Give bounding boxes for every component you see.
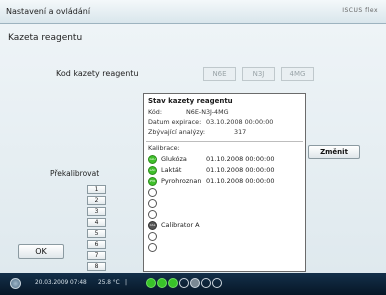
taskbar-temperature: 25.8 °C <box>98 280 120 286</box>
status-field-value: 317 <box>234 128 247 136</box>
calibration-name: Calibrator A <box>161 221 200 229</box>
calibration-name: Pyrohroznan <box>161 177 202 185</box>
status-field-label: Kód: <box>148 108 162 116</box>
calibration-name: Laktát <box>161 166 182 174</box>
recalibrate-label: Překalibrovat <box>50 169 100 178</box>
calibration-status-icon: LAC <box>148 166 157 175</box>
cassette-code-field-1[interactable]: N6E <box>203 67 236 81</box>
calibration-date: 01.10.2008 00:00:00 <box>206 166 275 174</box>
calibration-row <box>148 199 298 208</box>
cassette-code-field-2[interactable]: N3J <box>242 67 275 81</box>
taskbar-separator: | <box>125 279 128 286</box>
calibration-row: CAL Calibrator A <box>148 221 298 230</box>
cassette-code-field-3[interactable]: 4MG <box>281 67 314 81</box>
status-field-label: Zbývající analýzy: <box>148 128 206 136</box>
calibration-date: 01.10.2008 00:00:00 <box>206 177 275 185</box>
window-title: Nastavení a ovládání <box>6 7 91 16</box>
status-field-expiry: Datum expirace: 03.10.2008 00:00:00 <box>148 118 273 126</box>
status-indicator-icon <box>190 278 200 288</box>
taskbar-datetime: 20.03.2009 07:48 <box>35 280 87 286</box>
calibration-empty-icon <box>148 243 157 252</box>
calibration-row: PYR Pyrohroznan 01.10.2008 00:00:00 <box>148 177 298 186</box>
recalibrate-button-1[interactable]: 1 <box>87 185 106 194</box>
status-indicator-icon <box>212 278 222 288</box>
status-heading: Stav kazety reagentu <box>148 97 233 105</box>
calibration-row: GLU Glukóza 01.10.2008 00:00:00 <box>148 155 298 164</box>
status-field-value: N6E-N3J-4MG <box>186 108 229 116</box>
ok-button[interactable]: OK <box>18 244 64 259</box>
status-field-remaining: Zbývající analýzy: 317 <box>148 128 246 136</box>
recalibrate-button-7[interactable]: 7 <box>87 251 106 260</box>
change-button[interactable]: Změnit <box>308 145 360 159</box>
recalibrate-button-5[interactable]: 5 <box>87 229 106 238</box>
brand-logo: ISCUS flex <box>342 7 378 14</box>
status-indicator-icon <box>179 278 189 288</box>
status-field-code: Kód: N6E-N3J-4MG <box>148 108 229 116</box>
status-field-value: 03.10.2008 00:00:00 <box>206 118 274 126</box>
calibration-row <box>148 243 298 252</box>
calibration-empty-icon <box>148 199 157 208</box>
recalibrate-button-3[interactable]: 3 <box>87 207 106 216</box>
title-bar: Nastavení a ovládání ISCUS flex <box>0 0 386 24</box>
status-indicator-icon <box>168 278 178 288</box>
calibration-empty-icon <box>148 188 157 197</box>
calibration-row <box>148 188 298 197</box>
calibration-row <box>148 210 298 219</box>
status-indicator-icon <box>201 278 211 288</box>
calibration-name: Glukóza <box>161 155 187 163</box>
status-field-label: Datum expirace: <box>148 118 202 126</box>
main-area: Kazeta reagentu Kod kazety reagentu N6E … <box>0 24 386 273</box>
status-indicator-icon <box>146 278 156 288</box>
calibration-status-icon: CAL <box>148 221 157 230</box>
calibration-empty-icon <box>148 232 157 241</box>
recalibrate-button-2[interactable]: 2 <box>87 196 106 205</box>
cassette-status-panel: Stav kazety reagentu Kód: N6E-N3J-4MG Da… <box>143 93 306 272</box>
calibration-row: LAC Laktát 01.10.2008 00:00:00 <box>148 166 298 175</box>
calibration-label: Kalibrace: <box>148 144 180 152</box>
calibration-status-icon: PYR <box>148 177 157 186</box>
recalibrate-button-4[interactable]: 4 <box>87 218 106 227</box>
recalibrate-button-8[interactable]: 8 <box>87 262 106 271</box>
page-title: Kazeta reagentu <box>8 33 83 43</box>
power-icon[interactable] <box>10 278 21 289</box>
calibration-empty-icon <box>148 210 157 219</box>
divider <box>146 141 303 142</box>
status-indicator-icon <box>157 278 167 288</box>
recalibrate-button-6[interactable]: 6 <box>87 240 106 249</box>
calibration-date: 01.10.2008 00:00:00 <box>206 155 275 163</box>
calibration-status-icon: GLU <box>148 155 157 164</box>
calibration-row <box>148 232 298 241</box>
cassette-code-label: Kod kazety reagentu <box>56 69 139 78</box>
